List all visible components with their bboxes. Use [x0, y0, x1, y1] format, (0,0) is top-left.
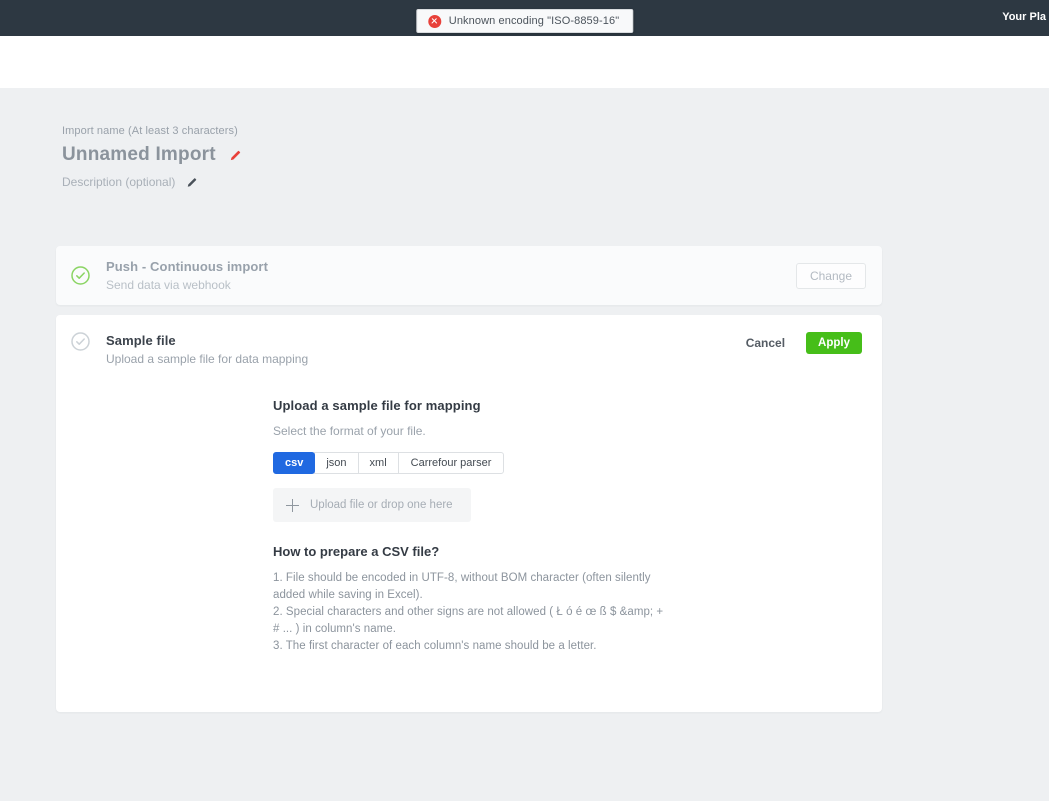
upload-label: Upload file or drop one here	[310, 499, 453, 511]
format-selector: csv json xml Carrefour parser	[273, 452, 667, 474]
howto-item: 3. The first character of each column's …	[273, 640, 597, 653]
sample-file-form: Upload a sample file for mapping Select …	[273, 398, 667, 655]
error-toast: Unknown encoding "ISO-8859-16"	[415, 9, 634, 33]
step-title: Sample file	[106, 333, 176, 348]
error-icon	[427, 14, 441, 28]
topbar: Unknown encoding "ISO-8859-16" Your Pla	[0, 0, 1049, 36]
plus-icon	[286, 498, 299, 512]
format-hint: Select the format of your file.	[273, 424, 426, 438]
import-name-block: Import name (At least 3 characters) Unna…	[62, 125, 1049, 189]
import-steps: Push - Continuous import Send data via w…	[56, 246, 882, 713]
howto-item: 2. Special characters and other signs ar…	[273, 606, 664, 636]
step-subtitle: Upload a sample file for data mapping	[106, 352, 309, 366]
howto-list: 1. File should be encoded in UTF-8, with…	[273, 570, 667, 655]
toast-message: Unknown encoding "ISO-8859-16"	[448, 15, 620, 27]
plan-link[interactable]: Your Pla	[1002, 11, 1046, 23]
step-subtitle: Send data via webhook	[106, 278, 231, 292]
howto-item: 1. File should be encoded in UTF-8, with…	[273, 572, 651, 602]
upload-dropzone[interactable]: Upload file or drop one here	[273, 488, 471, 522]
header-strip	[0, 36, 1049, 88]
cancel-button[interactable]: Cancel	[746, 336, 785, 350]
upload-section-heading: Upload a sample file for mapping	[273, 398, 481, 413]
format-tab-xml[interactable]: xml	[357, 452, 399, 474]
format-tab-csv[interactable]: csv	[273, 452, 316, 474]
format-tab-carrefour-parser[interactable]: Carrefour parser	[397, 452, 505, 474]
step-title: Push - Continuous import	[106, 259, 268, 274]
main-content: Import name (At least 3 characters) Unna…	[0, 88, 1049, 713]
edit-description-pencil-icon[interactable]	[187, 177, 197, 187]
check-circle-icon	[71, 266, 90, 285]
description-label: Description (optional)	[62, 175, 176, 189]
format-tab-json[interactable]: json	[314, 452, 359, 474]
check-circle-icon	[71, 332, 90, 351]
step-card-sample-file: Sample file Upload a sample file for dat…	[56, 315, 882, 713]
edit-name-pencil-icon[interactable]	[230, 150, 241, 161]
change-button[interactable]: Change	[795, 262, 866, 289]
step-card-push-import: Push - Continuous import Send data via w…	[56, 246, 882, 305]
import-name-label: Import name (At least 3 characters)	[62, 125, 238, 137]
howto-heading: How to prepare a CSV file?	[273, 544, 440, 559]
import-name-value: Unnamed Import	[62, 144, 216, 165]
apply-button[interactable]: Apply	[806, 332, 862, 354]
